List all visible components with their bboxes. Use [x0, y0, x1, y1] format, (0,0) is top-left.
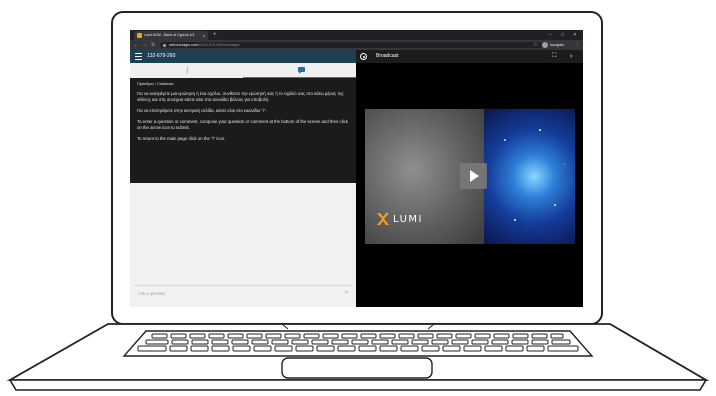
video-player[interactable]: LUMI [365, 109, 575, 244]
message-sender: Πρόεδρος / Chairman [137, 82, 174, 86]
incognito-icon [542, 42, 548, 48]
lumi-x-icon [377, 213, 389, 225]
browser-menu-icon[interactable]: ⋮ [575, 40, 580, 50]
hamburger-menu-icon[interactable] [135, 53, 142, 60]
forward-icon[interactable]: → [142, 40, 147, 50]
browser-tab-bar: Lumi AGM - Bank of Cyprus 4/1 × + – □ ✕ [130, 30, 583, 40]
broadcast-title: Broadcast [376, 53, 399, 59]
message-list: Πρόεδρος / Chairman Για να εισαγάγετε μι… [130, 78, 356, 183]
message-paragraph: To return to the main page click on the … [137, 136, 226, 141]
chat-panel: 132-679-260 i Πρόεδρος / Chairman Για να… [130, 50, 356, 307]
question-composer: Ask a question ➤ [130, 285, 356, 307]
close-window-icon[interactable]: ✕ [573, 30, 577, 40]
meeting-header: 132-679-260 [130, 50, 356, 63]
message-paragraph: Για να επιστρέψετε στην κεντρική σελίδα,… [137, 108, 267, 113]
lumi-favicon-icon [137, 33, 142, 38]
tab-title: Lumi AGM - Bank of Cyprus 4/1 [144, 33, 195, 37]
broadcast-panel: Broadcast ⛶ › LUMI [356, 50, 583, 307]
lumi-page: 132-679-260 i Πρόεδρος / Chairman Για να… [130, 50, 583, 307]
minimize-icon[interactable]: – [549, 30, 552, 40]
send-arrow-icon[interactable]: ➤ [344, 289, 349, 296]
question-input[interactable]: Ask a question [138, 291, 165, 296]
info-tab-icon[interactable]: i [186, 65, 189, 75]
chevron-right-icon[interactable]: › [570, 50, 572, 63]
broadcast-header: Broadcast ⛶ › [356, 50, 583, 63]
address-bar: ← → ↻ web.lumiagm.com/#/132-679-260/mess… [130, 40, 583, 50]
fullscreen-icon[interactable]: ⛶ [552, 50, 556, 63]
close-tab-icon[interactable]: × [203, 31, 205, 40]
bookmark-star-icon[interactable]: ☆ [533, 40, 537, 50]
panel-tabs: i [130, 63, 356, 78]
message-paragraph: Για να εισαγάγετε μια ερώτηση ή ένα σχόλ… [137, 91, 344, 102]
incognito-label: Incognito [550, 43, 565, 47]
chat-tab-icon[interactable] [298, 67, 305, 74]
lumi-logo: LUMI [376, 212, 436, 228]
video-globe-image [484, 109, 575, 244]
url-input[interactable]: web.lumiagm.com/#/132-679-260/messages [160, 42, 542, 48]
maximize-icon[interactable]: □ [561, 30, 564, 40]
lumi-wordmark: LUMI [393, 214, 423, 225]
broadcast-icon [360, 53, 367, 60]
play-button[interactable] [460, 163, 487, 189]
message-paragraph: To enter a question or comment, compose … [137, 119, 348, 130]
new-tab-button[interactable]: + [213, 30, 217, 40]
incognito-badge[interactable]: Incognito [542, 42, 564, 48]
back-icon[interactable]: ← [134, 40, 139, 50]
url-text: web.lumiagm.com/#/132-679-260/messages [169, 43, 240, 47]
screen: Lumi AGM - Bank of Cyprus 4/1 × + – □ ✕ … [130, 30, 583, 307]
browser-tab[interactable]: Lumi AGM - Bank of Cyprus 4/1 × [134, 31, 208, 40]
reload-icon[interactable]: ↻ [151, 40, 155, 50]
lock-icon [163, 43, 166, 47]
composer-divider [134, 285, 352, 286]
meeting-id: 132-679-260 [147, 53, 176, 59]
